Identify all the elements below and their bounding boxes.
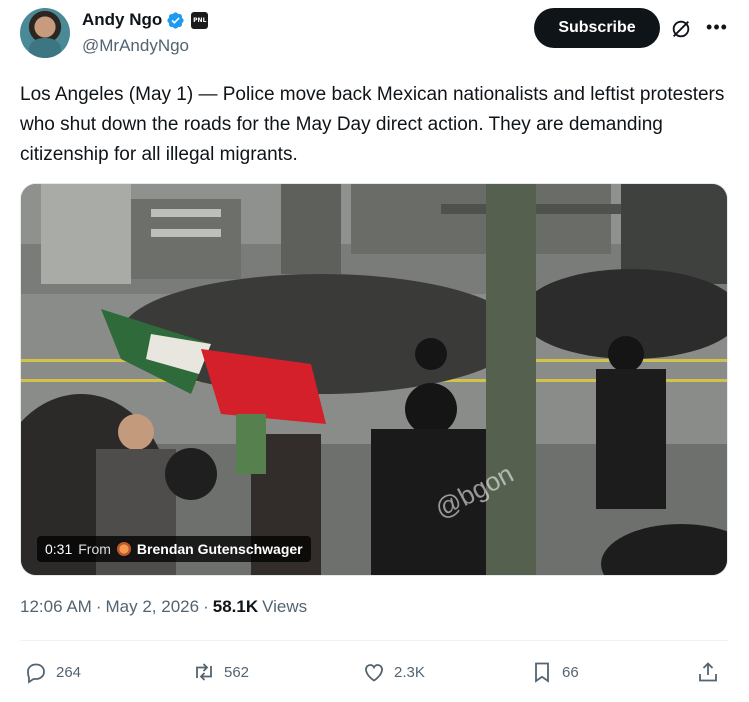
author-handle[interactable]: @MrAndyNgo bbox=[82, 36, 189, 56]
share-button[interactable] bbox=[696, 655, 720, 689]
grok-icon[interactable] bbox=[670, 18, 692, 40]
repost-icon bbox=[196, 663, 212, 681]
like-button[interactable]: 2.3K bbox=[362, 655, 425, 689]
bookmark-count: 66 bbox=[562, 663, 579, 681]
author-name-line: Andy Ngo PNL bbox=[82, 10, 209, 30]
tweet-header: Andy Ngo PNL @MrAndyNgo Subscribe ••• bbox=[20, 8, 730, 60]
share-icon bbox=[699, 662, 717, 682]
bookmark-icon bbox=[535, 662, 549, 683]
tweet-text: Los Angeles (May 1) — Police move back M… bbox=[20, 84, 725, 165]
video-player[interactable]: @bgon 0:31 From Brendan Gutenschwager bbox=[20, 183, 728, 576]
subscribe-button[interactable]: Subscribe bbox=[534, 8, 660, 48]
meta-separator: · bbox=[95, 597, 102, 616]
video-frame: @bgon bbox=[21, 184, 727, 575]
reply-button[interactable]: 264 bbox=[24, 655, 81, 689]
video-duration-overlay: 0:31 From Brendan Gutenschwager bbox=[37, 536, 311, 562]
heart-icon bbox=[365, 664, 383, 682]
tweet-date[interactable]: May 2, 2026 bbox=[106, 597, 200, 617]
source-name[interactable]: Brendan Gutenschwager bbox=[137, 541, 303, 557]
verified-badge-icon[interactable] bbox=[166, 11, 185, 30]
bookmark-button[interactable]: 66 bbox=[530, 655, 579, 689]
source-avatar-icon bbox=[116, 542, 131, 556]
author-avatar[interactable] bbox=[20, 8, 70, 58]
meta-separator: · bbox=[203, 597, 209, 616]
more-options-icon[interactable]: ••• bbox=[704, 14, 730, 40]
repost-count: 562 bbox=[224, 663, 250, 681]
video-duration: 0:31 bbox=[45, 541, 73, 557]
author-display-name[interactable]: Andy Ngo bbox=[82, 10, 162, 30]
action-bar: 264 562 2.3K 66 bbox=[20, 655, 728, 689]
affiliation-badge[interactable]: PNL bbox=[191, 11, 209, 29]
like-count: 2.3K bbox=[394, 663, 425, 681]
repost-button[interactable]: 562 bbox=[192, 655, 249, 689]
views-label: Views bbox=[262, 597, 308, 616]
tweet-time[interactable]: 12:06 AM bbox=[20, 597, 92, 617]
reply-icon bbox=[27, 663, 45, 684]
divider bbox=[20, 640, 728, 641]
from-label: From bbox=[78, 541, 111, 557]
tweet-meta: 12:06 AM · May 2, 2026 · 58.1K Views bbox=[20, 597, 307, 617]
reply-count: 264 bbox=[56, 663, 82, 681]
views-count: 58.1K bbox=[212, 597, 259, 616]
